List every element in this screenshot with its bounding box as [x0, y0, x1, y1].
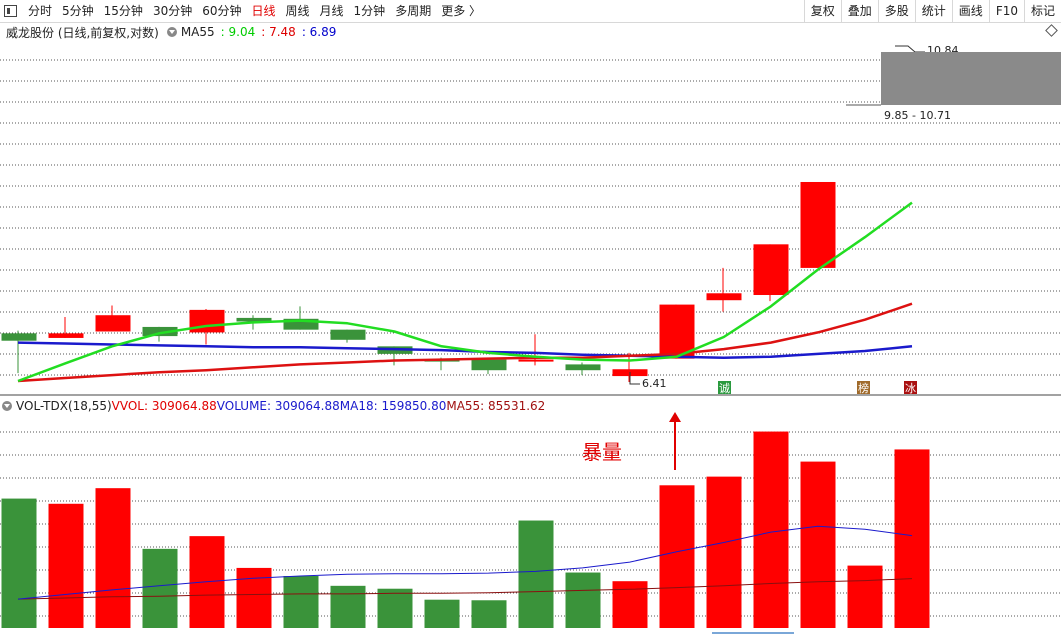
- volume-bar: [142, 548, 178, 628]
- candle-body: [565, 364, 601, 371]
- candle-body: [1, 333, 37, 341]
- event-marker-text: 诚: [719, 382, 730, 395]
- candle-body: [706, 293, 742, 301]
- volume-bar: [800, 461, 836, 628]
- volume-bar: [659, 485, 695, 628]
- candle-body: [330, 329, 366, 340]
- event-marker-text: 冰: [905, 382, 916, 395]
- volume-bar: [847, 565, 883, 628]
- volume-bar: [612, 581, 648, 628]
- candle-body: [95, 315, 131, 332]
- volume-bar: [706, 476, 742, 628]
- range-box: [881, 52, 1061, 105]
- annotation-arrow-head: [669, 412, 681, 422]
- low-price-label: 6.41: [642, 377, 667, 390]
- volume-bar: [377, 588, 413, 628]
- candle-body: [753, 244, 789, 296]
- volume-bar: [95, 488, 131, 628]
- candle-body: [48, 333, 84, 338]
- volume-bar: [1, 498, 37, 628]
- stock-chart[interactable]: 10.846.419.85 - 10.71诚榜冰暴量: [0, 0, 1061, 634]
- volume-bar: [753, 431, 789, 628]
- volume-bar: [330, 585, 366, 628]
- event-marker-text: 榜: [858, 381, 869, 395]
- volume-bar: [424, 599, 460, 628]
- volume-bar: [48, 503, 84, 628]
- volume-bar: [236, 567, 272, 628]
- ma-mid-line: [17, 302, 913, 383]
- range-label: 9.85 - 10.71: [884, 109, 951, 122]
- candle-body: [518, 359, 554, 362]
- volume-annotation: 暴量: [582, 440, 622, 464]
- candle-body: [471, 359, 507, 371]
- volume-bar: [471, 600, 507, 628]
- high-price-pointer: [895, 45, 925, 53]
- volume-bar: [518, 520, 554, 628]
- candle-body: [800, 181, 836, 268]
- volume-bar: [565, 572, 601, 628]
- volume-bar: [283, 576, 319, 628]
- volume-bar: [894, 449, 930, 628]
